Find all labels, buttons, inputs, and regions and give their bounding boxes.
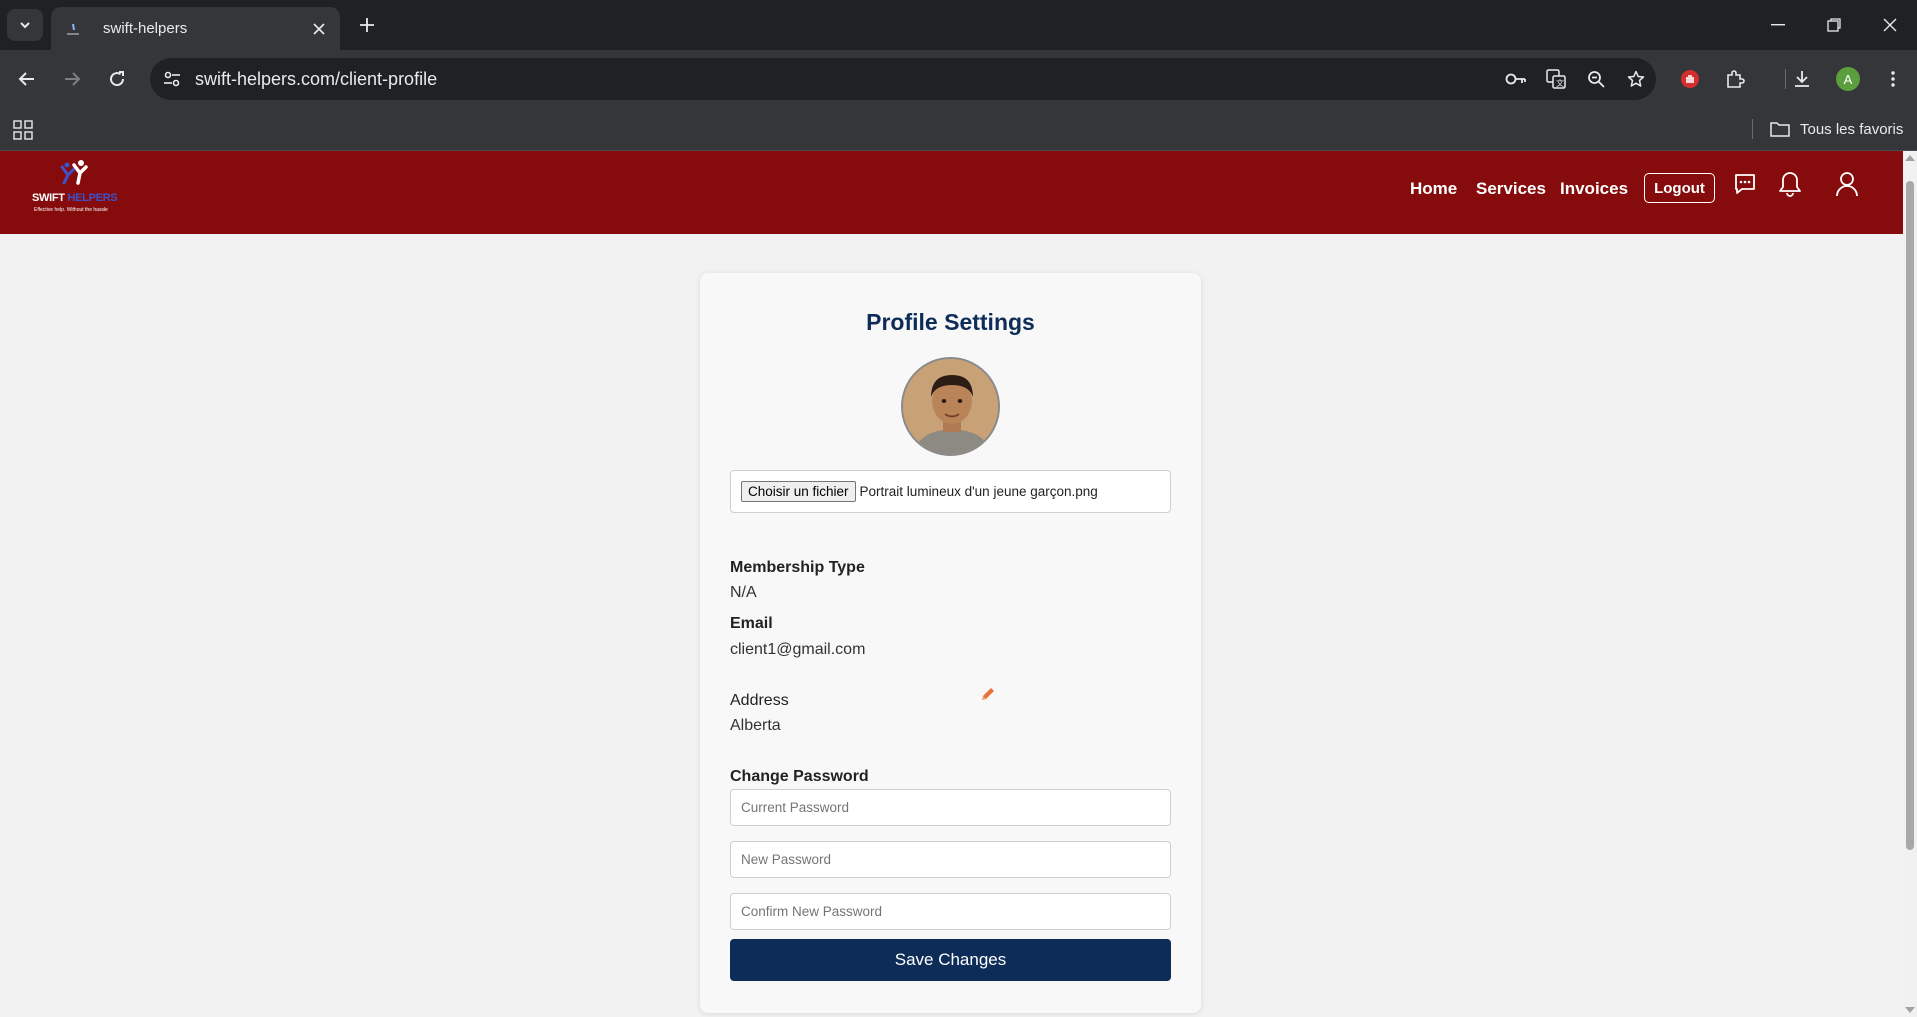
scroll-down-icon[interactable] xyxy=(1905,1007,1915,1013)
email-value: client1@gmail.com xyxy=(730,641,866,658)
url-text[interactable]: swift-helpers.com/client-profile xyxy=(195,69,1496,90)
site-logo[interactable]: SWIFT HELPERS Effective help. Without th… xyxy=(30,159,120,224)
chevron-down-icon xyxy=(20,22,30,29)
current-password-input[interactable] xyxy=(730,789,1171,826)
choose-file-button[interactable]: Choisir un fichier xyxy=(741,481,856,502)
folder-icon xyxy=(1770,122,1790,137)
download-icon[interactable] xyxy=(1785,62,1819,96)
zoom-out-icon[interactable] xyxy=(1576,62,1616,96)
scrollbar-thumb[interactable] xyxy=(1906,181,1914,850)
window-close-icon[interactable] xyxy=(1862,0,1917,50)
translate-icon[interactable]: 文 xyxy=(1536,62,1576,96)
arrow-left-icon[interactable] xyxy=(10,62,44,96)
nav-invoices[interactable]: Invoices xyxy=(1560,179,1628,199)
user-icon[interactable] xyxy=(1831,168,1863,200)
email-label: Email xyxy=(730,615,773,632)
profile-picture-upload: Choisir un fichier Portrait lumineux d'u… xyxy=(730,470,1171,513)
all-bookmarks-label: Tous les favoris xyxy=(1800,120,1904,138)
kebab-menu-icon[interactable] xyxy=(1876,62,1910,96)
hand-stop-icon[interactable] xyxy=(1673,62,1707,96)
bell-icon[interactable] xyxy=(1774,168,1806,200)
browser-tab-bar: swift-helpers xyxy=(0,0,1917,50)
address-value: Alberta xyxy=(730,717,781,734)
restore-icon[interactable] xyxy=(1806,0,1862,50)
logo-brand-part1: SWIFT xyxy=(32,192,65,204)
close-icon[interactable] xyxy=(306,16,332,42)
all-bookmarks-button[interactable]: Tous les favoris xyxy=(1770,115,1903,143)
confirm-password-input[interactable] xyxy=(730,893,1171,930)
logo-brand-text: SWIFT HELPERS xyxy=(32,192,118,204)
reload-icon[interactable] xyxy=(100,62,134,96)
tab-list-button[interactable] xyxy=(7,9,43,41)
puzzle-icon[interactable] xyxy=(1718,62,1752,96)
arrow-right-icon[interactable] xyxy=(55,62,89,96)
profile-picture xyxy=(901,357,1000,456)
selected-file-name: Portrait lumineux d'un jeune garçon.png xyxy=(859,484,1098,499)
site-header: SWIFT HELPERS Effective help. Without th… xyxy=(0,151,1903,234)
logo-figure-icon xyxy=(60,160,88,185)
logo-tagline: Effective help. Without the hassle xyxy=(34,207,108,213)
site-favicon-icon xyxy=(65,21,81,37)
pencil-icon[interactable] xyxy=(979,685,997,703)
address-bar[interactable]: swift-helpers.com/client-profile 文 xyxy=(150,58,1656,100)
logo-brand-part2: HELPERS xyxy=(64,192,118,204)
page-scrollbar[interactable] xyxy=(1903,151,1917,1017)
change-password-label: Change Password xyxy=(730,768,869,785)
minimize-icon[interactable] xyxy=(1750,0,1806,50)
address-label: Address xyxy=(730,692,789,709)
page-content: SWIFT HELPERS Effective help. Without th… xyxy=(0,151,1903,1017)
bookmarks-divider xyxy=(1752,119,1753,139)
key-icon[interactable] xyxy=(1496,62,1536,96)
nav-home[interactable]: Home xyxy=(1410,179,1457,199)
profile-settings-card: Profile Settings Choisir un fichier Port… xyxy=(700,273,1201,1013)
browser-toolbar: swift-helpers.com/client-profile 文 A xyxy=(0,50,1917,107)
page-title: Profile Settings xyxy=(866,309,1035,335)
membership-type-value: N/A xyxy=(730,584,757,601)
scroll-up-icon[interactable] xyxy=(1905,155,1915,161)
plus-icon[interactable] xyxy=(352,10,382,40)
logout-button[interactable]: Logout xyxy=(1644,173,1715,203)
new-password-input[interactable] xyxy=(730,841,1171,878)
membership-type-label: Membership Type xyxy=(730,559,865,576)
nav-services[interactable]: Services xyxy=(1476,179,1546,199)
bookmarks-bar: Tous les favoris xyxy=(0,107,1917,151)
apps-grid-icon[interactable] xyxy=(10,117,36,143)
chat-icon[interactable] xyxy=(1729,168,1761,200)
save-changes-button[interactable]: Save Changes xyxy=(730,939,1171,981)
profile-avatar[interactable]: A xyxy=(1836,67,1860,91)
tune-icon[interactable] xyxy=(157,64,187,94)
svg-text:文: 文 xyxy=(1556,78,1564,88)
browser-tab[interactable]: swift-helpers xyxy=(51,7,340,50)
tab-title: swift-helpers xyxy=(103,20,188,37)
star-icon[interactable] xyxy=(1616,62,1656,96)
